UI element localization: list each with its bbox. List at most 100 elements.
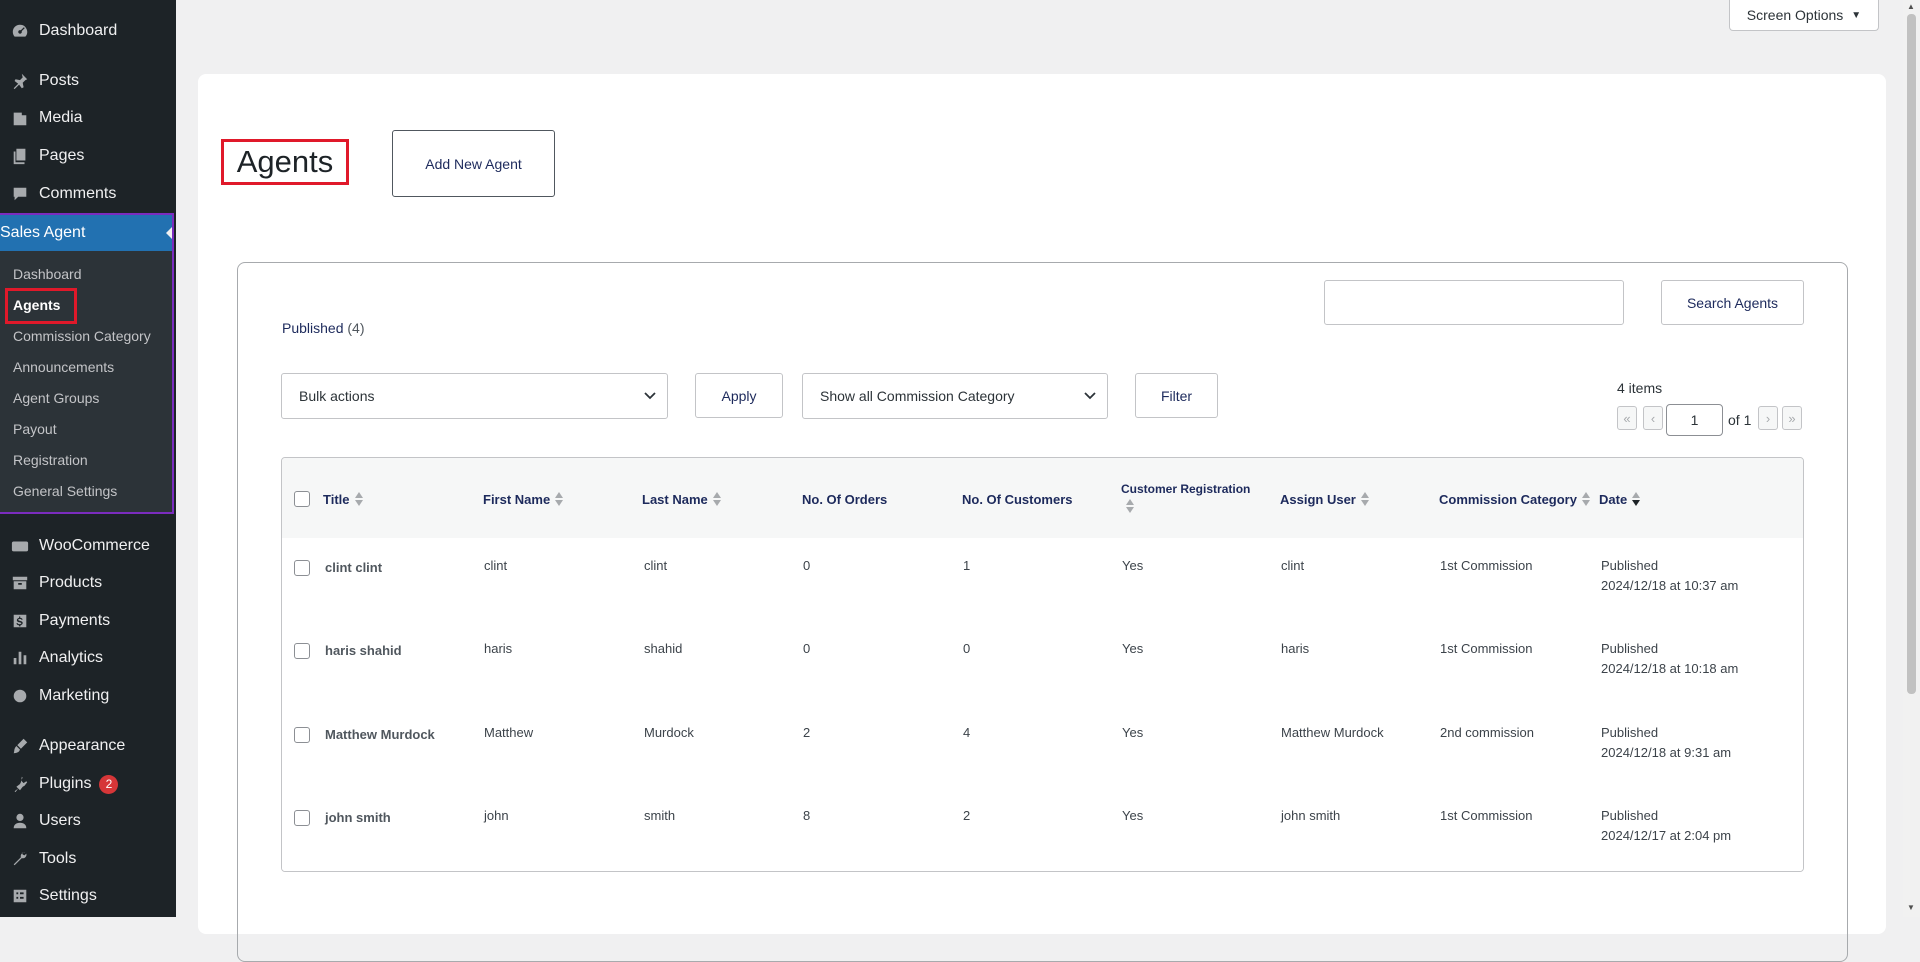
menu-label: Analytics: [39, 649, 104, 666]
column-label: No. Of Orders: [802, 491, 888, 507]
bulk-actions-label: Bulk actions: [299, 388, 375, 404]
prev-page-button[interactable]: ‹: [1643, 406, 1663, 430]
sales-agent-menu-group: Sales Agent Dashboard Agents Commission …: [0, 213, 174, 514]
next-page-button[interactable]: ›: [1758, 406, 1778, 430]
menu-comments[interactable]: Comments: [0, 177, 176, 211]
column-label: Assign User: [1280, 491, 1356, 507]
submenu-agent-groups[interactable]: Agent Groups: [13, 390, 99, 406]
date-value: 2024/12/17 at 2:04 pm: [1601, 828, 1732, 843]
page-scrollbar[interactable]: ▲ ▼: [1903, 0, 1920, 917]
menu-label: Payments: [39, 612, 111, 629]
row-checkbox[interactable]: [294, 810, 310, 826]
menu-woocommerce[interactable]: WooCommerce: [0, 529, 176, 563]
search-agents-button[interactable]: Search Agents: [1661, 280, 1804, 325]
menu-payments[interactable]: Payments: [0, 604, 176, 638]
date-status: Published: [1601, 725, 1659, 740]
row-checkbox[interactable]: [294, 643, 310, 659]
menu-tools[interactable]: Tools: [0, 842, 176, 876]
menu-analytics[interactable]: Analytics: [0, 641, 176, 675]
menu-sales-agent[interactable]: Sales Agent: [0, 215, 172, 255]
search-agents-input[interactable]: [1324, 280, 1624, 325]
agent-title-link[interactable]: john smith: [325, 808, 391, 828]
sort-icon: [354, 491, 363, 507]
submenu-general-settings[interactable]: General Settings: [13, 483, 117, 499]
submenu-registration[interactable]: Registration: [13, 452, 88, 468]
cell-last-name: clint: [644, 558, 668, 573]
settings-icon: [10, 886, 30, 906]
scroll-up-icon[interactable]: ▲: [1907, 2, 1915, 11]
menu-plugins[interactable]: Plugins 2: [0, 767, 176, 801]
menu-label: Appearance: [39, 737, 126, 754]
pages-icon: [10, 146, 30, 166]
cell-assign-user: clint: [1281, 558, 1305, 573]
menu-settings[interactable]: Settings: [0, 879, 176, 913]
submenu-dashboard[interactable]: Dashboard: [13, 266, 82, 282]
items-count: 4 items: [1617, 380, 1663, 396]
menu-media[interactable]: Media: [0, 101, 176, 135]
plugins-update-badge: 2: [99, 774, 119, 794]
menu-label: Tools: [39, 850, 77, 867]
sort-desc-icon: [1632, 491, 1641, 507]
submenu-announcements[interactable]: Announcements: [13, 359, 114, 375]
first-page-button[interactable]: «: [1617, 406, 1637, 430]
row-checkbox[interactable]: [294, 727, 310, 743]
cell-assign-user: john smith: [1281, 808, 1341, 823]
dollar-icon: [10, 611, 30, 631]
scroll-down-icon[interactable]: ▼: [1907, 903, 1915, 912]
archive-icon: [10, 573, 30, 593]
column-customer-registration[interactable]: Customer Registration: [1121, 482, 1250, 514]
column-date[interactable]: Date: [1599, 491, 1641, 507]
sort-icon: [1126, 498, 1134, 514]
chevron-down-icon: [644, 392, 656, 400]
screen-options-button[interactable]: Screen Options ▼: [1729, 0, 1879, 31]
sort-icon: [1581, 491, 1590, 507]
cell-customers: 1: [963, 558, 971, 573]
menu-pages[interactable]: Pages: [0, 139, 176, 173]
filter-button[interactable]: Filter: [1135, 373, 1218, 418]
select-all-checkbox[interactable]: [294, 491, 310, 507]
menu-marketing[interactable]: Marketing: [0, 679, 176, 713]
megaphone-icon: [10, 686, 30, 706]
bulk-actions-select[interactable]: Bulk actions: [281, 373, 668, 419]
plugin-icon: [10, 774, 30, 794]
column-label: No. Of Customers: [962, 491, 1073, 507]
menu-posts[interactable]: Posts: [0, 64, 176, 98]
cell-orders: 0: [803, 558, 811, 573]
menu-products[interactable]: Products: [0, 566, 176, 600]
column-commission-category[interactable]: Commission Category: [1439, 491, 1590, 507]
date-status: Published: [1601, 641, 1659, 656]
comment-icon: [10, 184, 30, 204]
column-customers: No. Of Customers: [962, 491, 1073, 507]
row-checkbox[interactable]: [294, 560, 310, 576]
submenu-payout[interactable]: Payout: [13, 421, 57, 437]
agent-title-link[interactable]: haris shahid: [325, 641, 402, 661]
total-pages: of 1: [1728, 412, 1752, 428]
menu-appearance[interactable]: Appearance: [0, 729, 176, 763]
last-page-button[interactable]: »: [1782, 406, 1802, 430]
cell-date: Published 2024/12/17 at 2:04 pm: [1601, 806, 1731, 846]
column-first-name[interactable]: First Name: [483, 491, 564, 507]
apply-button[interactable]: Apply: [695, 373, 783, 418]
menu-users[interactable]: Users: [0, 804, 176, 838]
menu-dashboard[interactable]: Dashboard: [0, 14, 176, 48]
add-new-agent-button[interactable]: Add New Agent: [392, 130, 555, 197]
column-assign-user[interactable]: Assign User: [1280, 491, 1369, 507]
cell-assign-user: haris: [1281, 641, 1310, 656]
woo-icon: [10, 536, 30, 556]
column-title[interactable]: Title: [323, 491, 363, 507]
column-last-name[interactable]: Last Name: [642, 491, 721, 507]
submenu-commission-category[interactable]: Commission Category: [13, 328, 151, 344]
agent-title-link[interactable]: Matthew Murdock: [325, 725, 435, 745]
published-filter-link[interactable]: Published (4): [282, 320, 365, 336]
pin-icon: [10, 71, 30, 91]
cell-registration: Yes: [1122, 641, 1144, 656]
cell-last-name: Murdock: [644, 725, 694, 740]
date-status: Published: [1601, 558, 1659, 573]
agent-title-link[interactable]: clint clint: [325, 558, 382, 578]
sort-icon: [1360, 491, 1369, 507]
chart-icon: [10, 648, 30, 668]
commission-category-select[interactable]: Show all Commission Category: [802, 373, 1108, 419]
scroll-thumb[interactable]: [1907, 14, 1916, 694]
users-icon: [10, 811, 30, 831]
current-page-input[interactable]: [1666, 404, 1723, 436]
